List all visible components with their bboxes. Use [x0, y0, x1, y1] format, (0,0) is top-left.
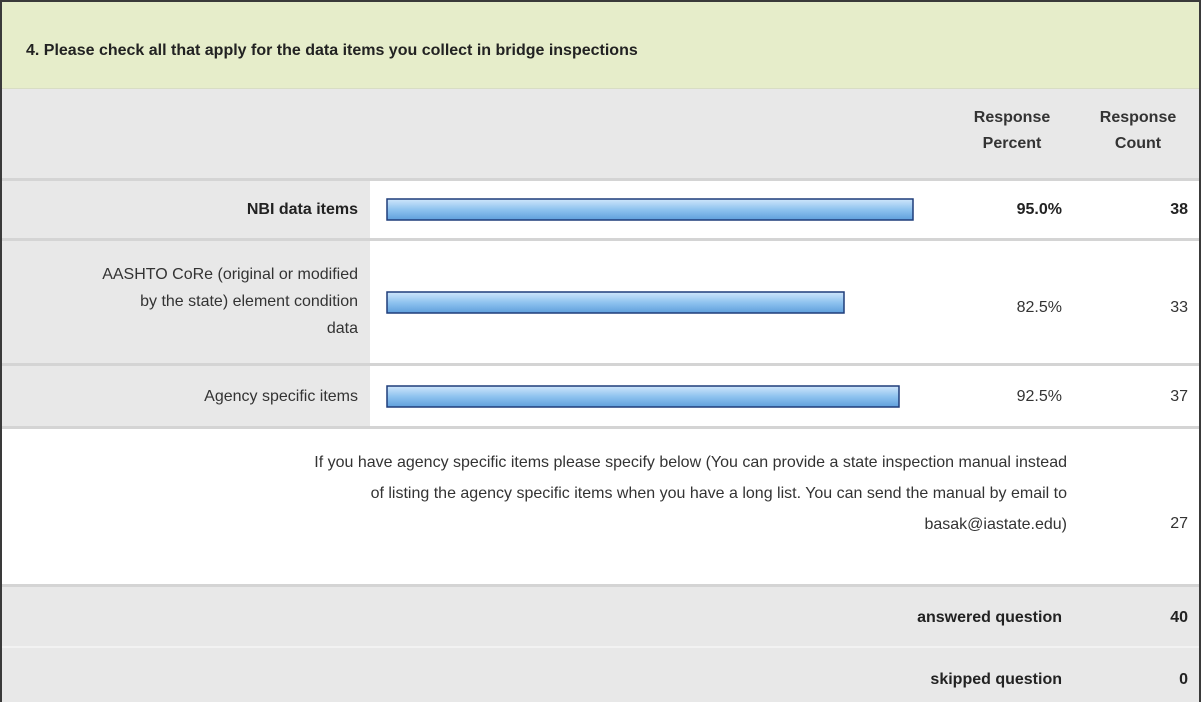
answered-question-label: answered question [917, 609, 1062, 626]
other-specify-line2: of listing the agency specific items whe… [370, 485, 1067, 502]
column-headers: Response Percent Response Count [2, 89, 1199, 178]
answer-row-nbi: NBI data items 95.0% 38 [2, 181, 1199, 238]
question-header: 4. Please check all that apply for the d… [2, 2, 1199, 89]
bar-3 [386, 385, 900, 408]
skipped-question-row: skipped question 0 [2, 648, 1199, 702]
response-percent-header-line1: Response [973, 109, 1051, 126]
survey-results-table: 4. Please check all that apply for the d… [0, 0, 1201, 702]
response-count-header: Response Count [1084, 105, 1192, 157]
response-count-agency: 37 [1170, 388, 1188, 405]
response-count-nbi: 38 [1170, 201, 1188, 218]
answered-question-row: answered question 40 [2, 587, 1199, 646]
answer-row-agency: Agency specific items 92.5% 37 [2, 366, 1199, 426]
response-percent-nbi: 95.0% [1016, 201, 1062, 218]
other-specify-count: 27 [1170, 515, 1188, 532]
answer-row-aashto: AASHTO CoRe (original or modified by the… [2, 241, 1199, 363]
response-percent-header-line2: Percent [982, 135, 1042, 152]
response-count-header-line1: Response [1099, 109, 1177, 126]
response-count-aashto: 33 [1170, 299, 1188, 316]
answered-question-value: 40 [1170, 609, 1188, 626]
skipped-question-label: skipped question [930, 671, 1062, 688]
bar-1 [386, 198, 914, 221]
response-percent-agency: 92.5% [1016, 388, 1062, 405]
bar-2 [386, 291, 845, 314]
other-specify-text: If you have agency specific items please… [22, 447, 1067, 540]
other-specify-row: If you have agency specific items please… [2, 429, 1199, 584]
response-count-header-line2: Count [1114, 135, 1162, 152]
skipped-question-value: 0 [1179, 671, 1188, 688]
response-percent-aashto: 82.5% [1016, 299, 1062, 316]
other-specify-line1: If you have agency specific items please… [314, 454, 1067, 471]
other-specify-line3: basak@iastate.edu) [924, 516, 1067, 533]
response-percent-header: Response Percent [948, 105, 1076, 157]
question-title: 4. Please check all that apply for the d… [26, 42, 638, 59]
